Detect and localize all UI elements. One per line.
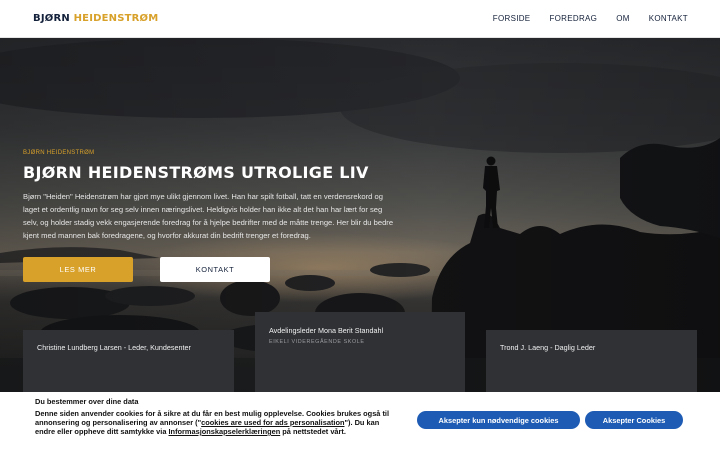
nav-link-forside[interactable]: FORSIDE [493,14,531,23]
nav-link-foredrag[interactable]: FOREDRAG [549,14,597,23]
site-logo[interactable]: BJØRN HEIDENSTRØM [33,13,158,24]
cookie-declaration-link[interactable]: Informasjonskapselerklæringen [169,427,281,436]
accept-necessary-cookies-button[interactable]: Aksepter kun nødvendige cookies [417,411,580,429]
hero-description: Bjørn "Heiden" Heidenstrøm har gjort mye… [23,192,394,240]
hero-title: BJØRN HEIDENSTRØMS UTROLIGE LIV [23,163,369,182]
cookies-ads-link[interactable]: cookies are used for ads personalisation [201,418,344,427]
main-nav: FORSIDE FOREDRAG OM KONTAKT [493,14,688,23]
logo-text-accent: HEIDENSTRØM [73,13,159,24]
testimonial-organization: EIKELI VIDEREGÅENDE SKOLE [269,339,365,345]
testimonial-author: Christine Lundberg Larsen - Leder, Kunde… [37,343,191,352]
cookie-title: Du bestemmer over dine data [35,397,139,406]
nav-link-kontakt[interactable]: KONTAKT [649,14,688,23]
contact-button[interactable]: KONTAKT [160,257,270,282]
cookie-description: Denne siden anvender cookies for å sikre… [35,409,395,436]
logo-text-primary: BJØRN [33,13,70,24]
read-more-button[interactable]: LES MER [23,257,133,282]
testimonial-author: Avdelingsleder Mona Berit Standahl [269,326,384,335]
accept-cookies-button[interactable]: Aksepter Cookies [585,411,683,429]
cookie-text-part: på nettstedet vårt. [280,427,346,436]
testimonial-author: Trond J. Laeng - Daglig Leder [500,343,596,352]
nav-link-om[interactable]: OM [616,14,630,23]
site-header: BJØRN HEIDENSTRØM FORSIDE FOREDRAG OM KO… [0,0,720,38]
hero-eyebrow: BJØRN HEIDENSTRØM [23,150,95,156]
cookie-consent-banner: Du bestemmer over dine data Denne siden … [0,392,720,450]
